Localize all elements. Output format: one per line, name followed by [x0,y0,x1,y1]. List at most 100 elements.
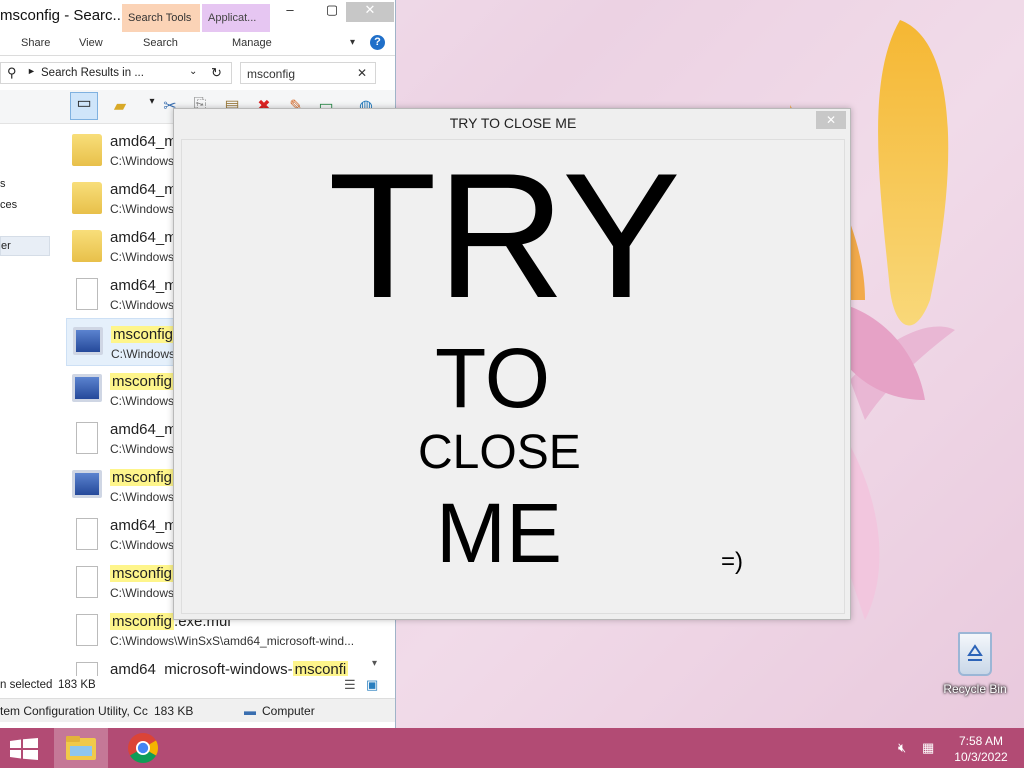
address-dropdown-icon[interactable]: ⌄ [189,66,197,77]
file-icon [76,278,98,310]
volume-muted-icon[interactable]: 🔇︎ [898,740,906,756]
file-icon [76,422,98,454]
recycle-bin-label: Recycle Bin [943,682,1007,696]
word-try: TRY [328,136,681,335]
clock-time: 7:58 AM [958,734,1004,748]
computer-icon: ▬ [244,704,256,718]
details-bar: tem Configuration Utility, Cc 183 KB ▬ C… [0,698,395,722]
dialog-title: TRY TO CLOSE ME [449,115,577,131]
item-path: C:\Windows [110,490,175,504]
dialog-close-button[interactable]: ✕ [816,111,846,129]
nav-item-selected[interactable]: er [0,236,50,256]
item-name: amd64_m [110,133,177,150]
item-path: C:\Windows [110,298,175,312]
network-icon[interactable]: ▦ [922,740,934,756]
item-description: tem Configuration Utility, Cc [0,704,148,718]
try-to-close-me-dialog: TRY TO CLOSE ME ✕ TRY TO CLOSE ME =) [173,108,851,620]
address-bar[interactable]: ⚲ ► Search Results in ... ⌄ ↻ [0,62,232,84]
file-icon [76,518,98,550]
msconfig-app-icon [72,470,102,498]
selection-status: n selected [0,679,53,691]
maximize-button[interactable]: ▢ [318,2,346,22]
selection-size: 183 KB [58,679,96,691]
search-tools-tab[interactable]: Search Tools [122,4,200,32]
folder-icon [72,134,102,166]
file-icon [76,566,98,598]
address-row: ⚲ ► Search Results in ... ⌄ ↻ msconfig ✕ [0,58,395,88]
clear-search-icon[interactable]: ✕ [357,66,367,80]
help-icon[interactable]: ? [370,35,385,50]
tab-share[interactable]: Share [21,37,50,49]
item-name: msconfig [110,469,175,486]
search-icon: ⚲ [7,65,17,80]
smiley-text: =) [721,548,744,575]
item-name: amd64_m [110,181,177,198]
preview-pane-icon[interactable]: ▭ [70,92,98,120]
search-match-highlight: msconfig [110,613,175,630]
item-path: C:\Windows [110,442,175,456]
item-name: msconfig [111,326,176,343]
msconfig-app-icon [72,374,102,402]
item-path: C:\Windows [110,250,175,264]
item-path: C:\Windows [110,154,175,168]
taskbar: 🔇︎ ▦ 7:58 AM 10/3/2022 [0,728,1024,768]
scroll-down-icon[interactable]: ▾ [372,658,377,669]
search-match-highlight: msconfi [292,661,349,676]
nav-item[interactable]: ces [0,199,17,211]
search-match-highlight: msconfig [110,469,175,486]
details-view-icon[interactable]: ☰ [344,677,356,693]
item-name: amd64_m [110,517,177,534]
navigation-pane: s ces er [0,124,52,674]
tab-manage[interactable]: Manage [232,37,272,49]
refresh-icon[interactable]: ↻ [211,65,222,81]
recycle-bin-icon [958,632,992,676]
recycle-bin[interactable]: Recycle Bin [940,630,1010,700]
search-match-highlight: msconfig [110,373,175,390]
word-to: TO [435,331,551,425]
window-title: msconfig - Searc... [0,7,126,24]
minimize-button[interactable]: – [276,2,304,22]
item-path: C:\Windows\WinSxS\amd64_microsoft-wind..… [110,634,355,648]
item-path: C:\Windows [110,586,175,600]
item-path: C:\Windows [110,202,175,216]
search-input[interactable]: msconfig ✕ [240,62,376,84]
msconfig-app-icon [73,327,103,355]
chrome-icon [128,733,159,764]
application-tools-tab[interactable]: Applicat... [202,4,270,32]
item-path: C:\Windows [111,347,176,361]
nav-item[interactable]: s [0,178,6,190]
item-location: Computer [262,704,315,718]
item-name: msconfig [110,565,175,582]
tab-search[interactable]: Search [143,37,178,49]
large-icons-view-icon[interactable]: ▣ [366,677,378,693]
file-icon [76,614,98,646]
item-path: C:\Windows [110,394,175,408]
tab-view[interactable]: View [79,37,103,49]
ribbon-collapse-icon[interactable]: ▾ [350,37,355,48]
list-item[interactable]: amd64_microsoft-windows-msconfi [66,654,378,676]
item-size: 183 KB [154,704,194,718]
name-text: amd64_microsoft-windows- [110,661,293,676]
file-explorer-icon [66,736,96,760]
search-match-highlight: msconfig [111,326,176,343]
search-match-highlight: msconfig [110,565,175,582]
item-name: amd64_m [110,421,177,438]
item-name: msconfig [110,373,175,390]
new-folder-icon[interactable]: ▰ [110,96,130,116]
dropdown-icon[interactable]: ▾ [142,96,162,116]
status-bar: n selected 183 KB ☰ ▣ [0,676,395,696]
search-value: msconfig [247,67,296,81]
item-name: amd64_microsoft-windows-msconfi [110,661,349,676]
windows-logo-icon [10,738,38,760]
taskbar-file-explorer[interactable] [54,728,108,768]
item-name: amd64_m [110,277,177,294]
folder-icon [72,182,102,214]
close-button[interactable]: ✕ [346,2,394,22]
file-icon [76,662,98,676]
taskbar-chrome[interactable] [116,728,170,768]
clock-date: 10/3/2022 [954,750,1008,764]
system-clock[interactable]: 7:58 AM 10/3/2022 [946,733,1016,765]
dialog-body: TRY TO CLOSE ME =) [181,139,845,614]
start-button[interactable] [10,738,38,760]
ribbon-tabs: Share View Search Manage ▾ ? [0,32,395,56]
